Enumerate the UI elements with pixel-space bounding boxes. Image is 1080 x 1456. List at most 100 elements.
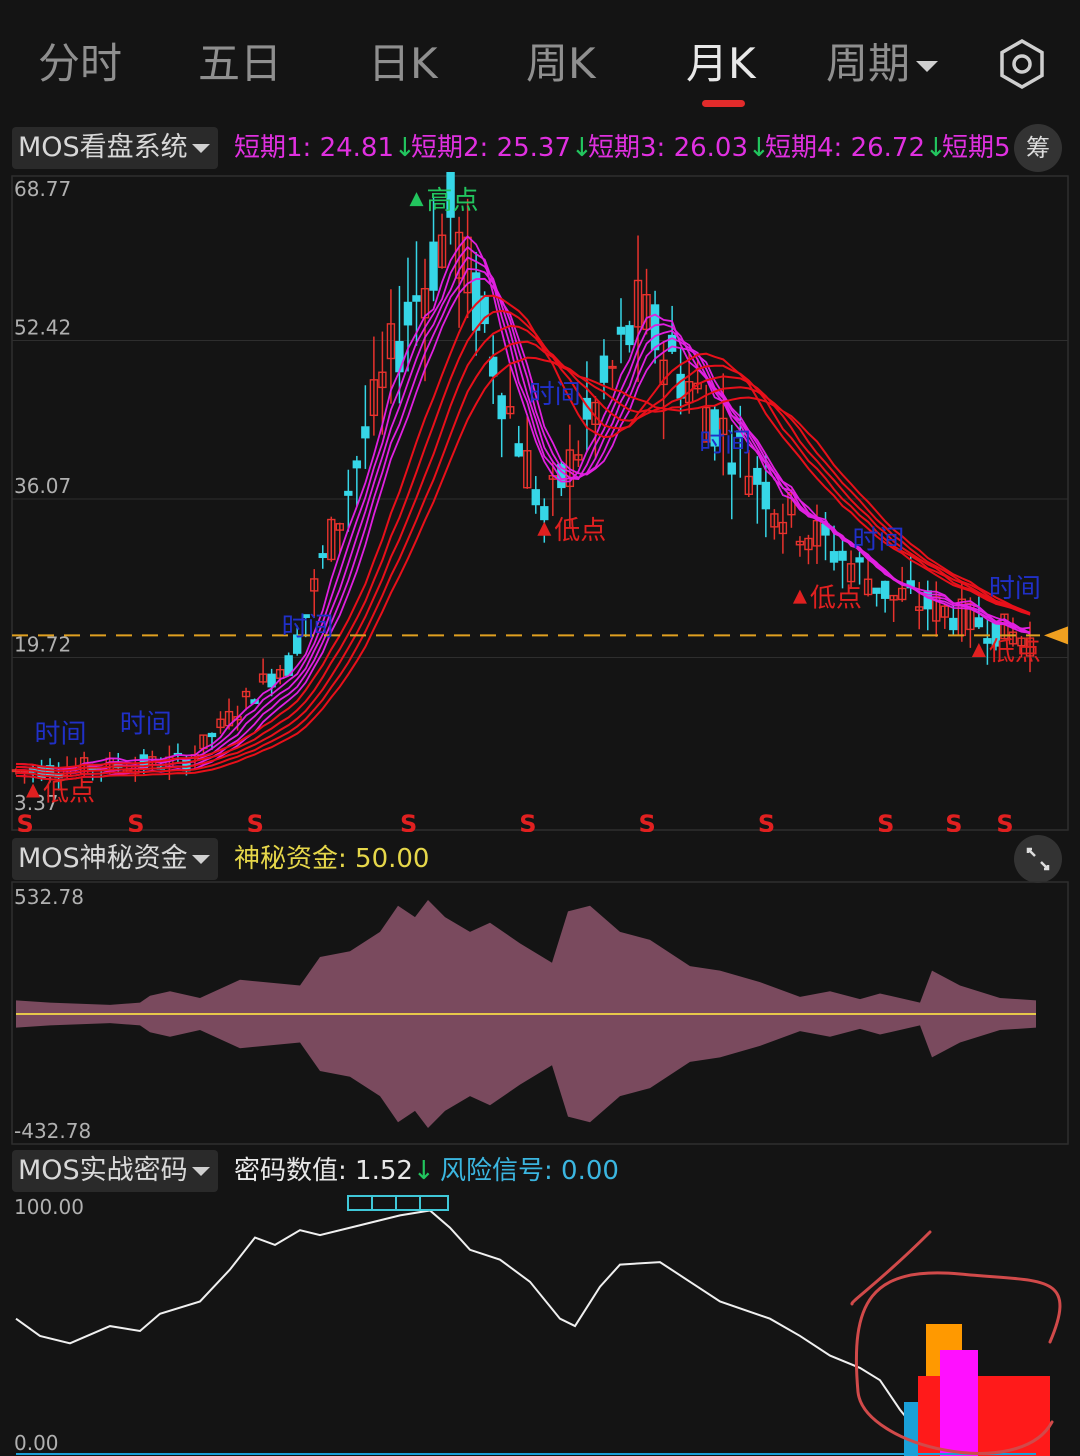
sell-signal-label: S (247, 810, 264, 832)
tab-daily-k[interactable]: 日K (368, 36, 438, 92)
candle-body (761, 481, 771, 510)
candle-body (344, 490, 353, 496)
y-axis-label: 0.00 (14, 1431, 59, 1455)
tab-five-day[interactable]: 五日 (198, 36, 282, 92)
sell-signal-label: S (639, 810, 656, 832)
sell-signal-label: S (996, 810, 1013, 832)
candle-body (352, 460, 362, 469)
low-point-label: 低点 (554, 516, 606, 546)
candle-body (855, 557, 864, 563)
code-value-legend: 密码数值: 1.52↓ (234, 1150, 435, 1192)
candle-body (403, 301, 413, 326)
down-arrow-icon: ↓ (412, 1156, 435, 1186)
sell-signal-label: S (127, 810, 144, 832)
code-indicator-name: MOS实战密码 (18, 1155, 188, 1186)
candle-body (616, 326, 626, 335)
legend-short4: 短期4: 26.72↓ (765, 127, 947, 169)
tab-period-dropdown[interactable]: 周期 (826, 36, 939, 92)
candle-body (838, 550, 847, 561)
time-label: 时间 (282, 613, 334, 643)
y-axis-label: 36.07 (14, 474, 71, 498)
sell-signal-label: S (758, 810, 775, 832)
candle-body (625, 325, 634, 346)
chevron-down-icon (191, 855, 210, 864)
sell-signal-label: S (17, 810, 34, 832)
main-indicator-selector[interactable]: MOS看盘系统 (12, 127, 218, 169)
risk-marker (347, 1195, 449, 1211)
active-tab-indicator (702, 100, 745, 107)
time-label: 时间 (699, 429, 751, 459)
low-point-label: 低点 (810, 584, 862, 614)
expand-icon[interactable] (1014, 835, 1062, 883)
candle-body (540, 506, 549, 521)
code-value: 密码数值: 1.52 (234, 1156, 413, 1186)
time-label: 时间 (35, 719, 87, 749)
code-bar (904, 1402, 918, 1456)
candle-body (207, 732, 217, 738)
candle-body (599, 355, 609, 383)
tab-weekly-k[interactable]: 周K (526, 36, 596, 92)
y-axis-label: -432.78 (14, 1119, 91, 1143)
legend-short5: 短期5 (942, 133, 1011, 163)
candle-body (829, 551, 839, 563)
sell-signal-label: S (400, 810, 417, 832)
candle-body (880, 580, 890, 599)
candle-body (497, 395, 506, 420)
candle-body (488, 356, 498, 377)
code-indicator-header: MOS实战密码 密码数值: 1.52↓ 风险信号: 0.00 (0, 1150, 1080, 1196)
candle-body (974, 617, 984, 628)
fund-chart[interactable]: 532.78 -432.78 (0, 880, 1080, 1145)
y-axis-label: 52.42 (14, 316, 71, 340)
signal-triangle-icon (409, 192, 424, 207)
sell-signal-label: S (945, 810, 962, 832)
price-marker-icon (1044, 626, 1068, 645)
sell-signal-label: S (519, 810, 536, 832)
time-label: 时间 (529, 380, 581, 410)
candle-body (514, 443, 523, 457)
tab-monthly-k[interactable]: 月K (686, 36, 756, 92)
high-point-label: 高点 (426, 186, 478, 216)
code-value-line (15, 1209, 921, 1435)
chip-distribution-button[interactable]: 筹 (1014, 124, 1062, 172)
y-axis-label: 68.77 (14, 177, 71, 201)
candle-body (753, 467, 762, 485)
fund-indicator-name: MOS神秘资金 (18, 843, 188, 874)
time-label: 时间 (989, 574, 1041, 604)
main-indicator-header: MOS看盘系统 短期1: 24.81↓ 短期2: 25.37↓ 短期3: 26.… (0, 124, 1080, 173)
signal-triangle-icon (971, 642, 986, 657)
candle-body (395, 341, 404, 373)
legend-short2: 短期2: 25.37↓ (411, 127, 593, 169)
y-axis-label: 532.78 (14, 885, 84, 909)
candle-body (412, 295, 421, 302)
candle-body (872, 587, 881, 594)
risk-signal-legend: 风险信号: 0.00 (440, 1156, 619, 1186)
candle-body (429, 241, 438, 291)
main-indicator-name: MOS看盘系统 (18, 132, 188, 163)
candle-body (727, 462, 736, 475)
code-bar (940, 1350, 978, 1456)
fund-indicator-header: MOS神秘资金 神秘资金: 50.00 (0, 835, 1080, 884)
chevron-down-icon (191, 1167, 210, 1176)
chevron-down-icon (916, 61, 939, 72)
legend-short3-value: 短期3: 26.03 (588, 133, 748, 163)
short-ma-line (15, 267, 1031, 778)
tab-period-label: 周期 (826, 39, 911, 88)
candle-body (318, 553, 327, 559)
candle-body (361, 426, 370, 439)
code-chart[interactable]: 100.00 0.00 (0, 1192, 1080, 1456)
legend-short3: 短期3: 26.03↓ (588, 127, 770, 169)
candle-body (531, 489, 540, 506)
time-label: 时间 (853, 525, 905, 555)
period-tab-bar: 分时 五日 日K 周K 月K 周期 (0, 0, 1080, 118)
legend-short1-value: 短期1: 24.81 (234, 133, 394, 163)
candle-body (949, 617, 958, 631)
code-indicator-selector[interactable]: MOS实战密码 (12, 1150, 218, 1192)
tab-intraday[interactable]: 分时 (38, 36, 122, 92)
sell-signal-label: S (877, 810, 894, 832)
legend-short1: 短期1: 24.81↓ (234, 127, 416, 169)
legend-short2-value: 短期2: 25.37 (411, 133, 571, 163)
low-point-label: 低点 (989, 637, 1041, 667)
gear-icon[interactable] (996, 38, 1048, 90)
fund-indicator-selector[interactable]: MOS神秘资金 (12, 838, 218, 880)
candlestick-chart[interactable]: 68.7752.4236.0719.723.37高点低点低点低点低点时间 时间时间… (0, 172, 1080, 832)
